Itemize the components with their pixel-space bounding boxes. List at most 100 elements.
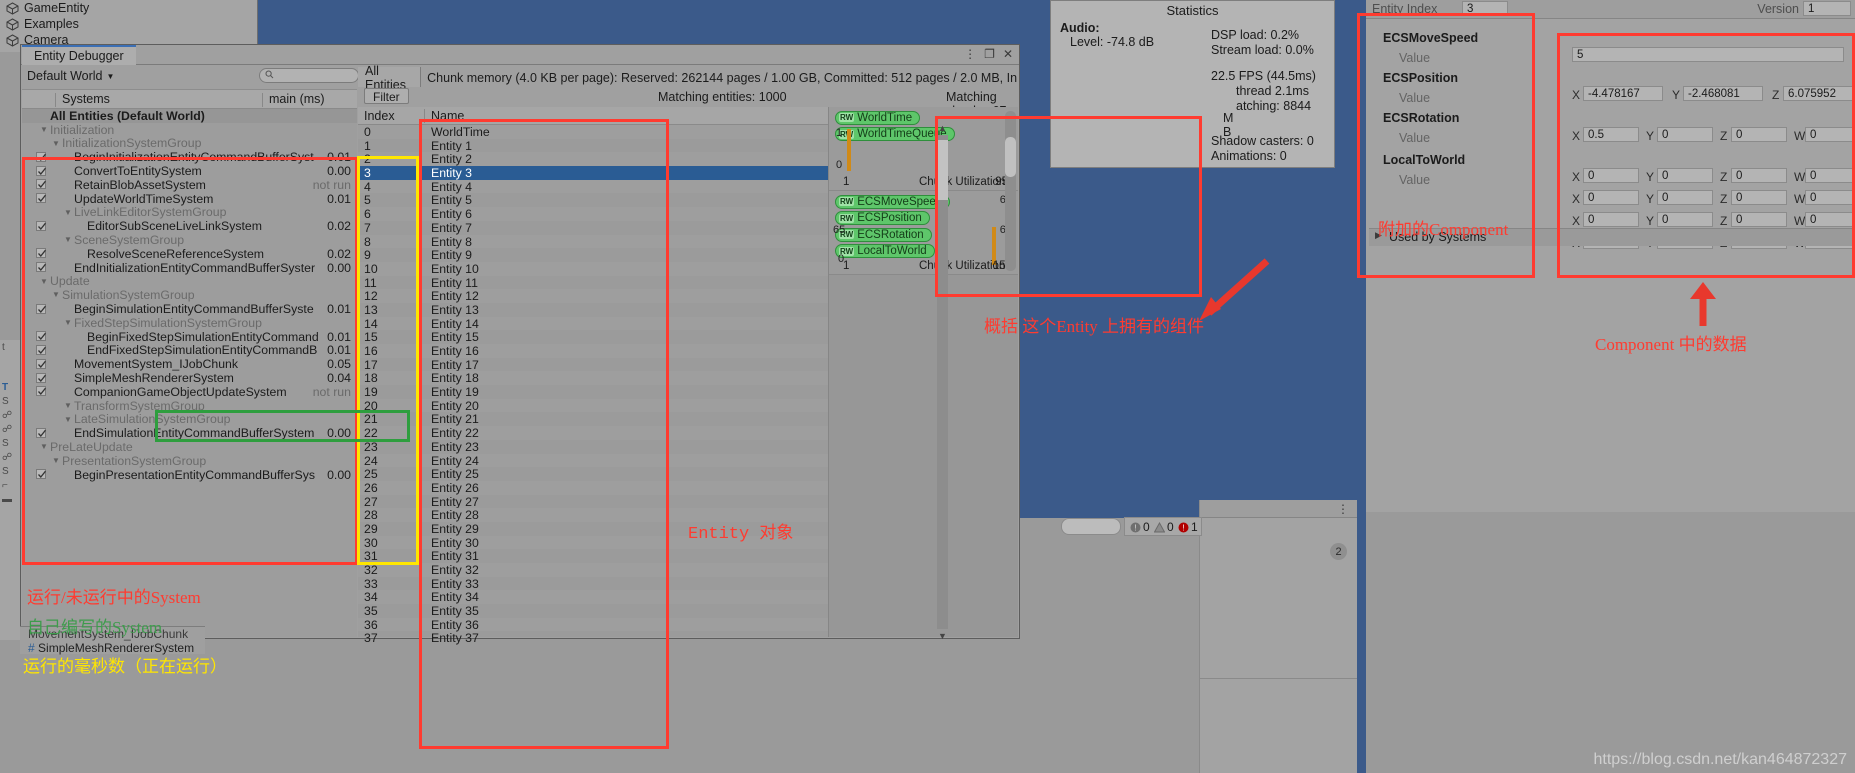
- tab-all-entities[interactable]: All Entities: [358, 64, 422, 92]
- entity-row[interactable]: 6 Entity 6: [358, 207, 828, 221]
- world-dropdown[interactable]: Default World ▼: [27, 69, 114, 83]
- entity-row[interactable]: 10 Entity 10: [358, 261, 828, 276]
- entity-row[interactable]: 12 Entity 12: [358, 289, 828, 303]
- entity-row[interactable]: 33 Entity 33: [358, 577, 828, 591]
- triangle-down-icon[interactable]: ▼: [64, 415, 72, 424]
- triangle-down-icon[interactable]: ▼: [64, 401, 72, 410]
- chunk-scrollbar-thumb[interactable]: [1005, 137, 1016, 177]
- localtoworld-value-field[interactable]: 0: [1657, 168, 1713, 183]
- entity-row[interactable]: 19 Entity 19: [358, 385, 828, 399]
- system-row[interactable]: CompanionGameObjectUpdateSystem not run: [22, 385, 357, 399]
- localtoworld-value-field[interactable]: 0: [1731, 168, 1787, 183]
- system-row[interactable]: UpdateWorldTimeSystem 0.01: [22, 192, 357, 206]
- entity-table[interactable]: Index Name 0 WorldTime 1 Entity 1 2 Entity 23…: [358, 107, 828, 645]
- entity-row[interactable]: 7 Entity 7: [358, 221, 828, 235]
- system-enabled-checkbox[interactable]: [36, 262, 47, 273]
- system-enabled-checkbox[interactable]: [36, 386, 47, 397]
- version-field[interactable]: 1: [1803, 1, 1851, 16]
- system-row[interactable]: BeginInitializationEntityCommandBufferSy…: [22, 150, 357, 164]
- tab-entity-debugger[interactable]: Entity Debugger: [22, 45, 136, 65]
- chunk-scrollbar-track[interactable]: [1005, 111, 1016, 271]
- ecsmovespeed-value-field[interactable]: 5: [1572, 47, 1844, 62]
- localtoworld-value-field[interactable]: 0: [1805, 168, 1855, 183]
- entity-row[interactable]: 17 Entity 17: [358, 358, 828, 372]
- ecsposition-y-field[interactable]: -2.468081: [1683, 86, 1763, 101]
- maximize-icon[interactable]: ❐: [984, 47, 995, 61]
- system-enabled-checkbox[interactable]: [36, 358, 47, 369]
- system-row[interactable]: ▼ Update: [22, 274, 357, 288]
- entity-row[interactable]: 4 Entity 4: [358, 179, 828, 194]
- system-row[interactable]: SimpleMeshRendererSystem 0.04: [22, 371, 357, 385]
- ecsposition-z-field[interactable]: 6.075952: [1783, 86, 1855, 101]
- entity-row[interactable]: 9 Entity 9: [358, 248, 828, 262]
- localtoworld-value-field[interactable]: 0: [1805, 190, 1855, 205]
- chunk-card-1[interactable]: RW ECSMoveSpeed RW ECSPosition RW ECSRotati…: [829, 191, 1018, 275]
- system-enabled-checkbox[interactable]: [36, 179, 47, 190]
- system-row[interactable]: ▼ SimulationSystemGroup: [22, 288, 357, 302]
- entity-row[interactable]: 1 Entity 1: [358, 139, 828, 153]
- systems-list[interactable]: All Entities (Default World) ▼ Initializat…: [22, 109, 357, 482]
- localtoworld-value-field[interactable]: 0: [1657, 212, 1713, 227]
- entity-row[interactable]: 25 Entity 25: [358, 467, 828, 481]
- entity-row[interactable]: 5 Entity 5: [358, 193, 828, 207]
- system-row[interactable]: EndSimulationEntityCommandBufferSystem 0.…: [22, 426, 357, 440]
- entity-row[interactable]: 2 Entity 2: [358, 152, 828, 166]
- system-row[interactable]: BeginPresentationEntityCommandBufferSys 0…: [22, 468, 357, 482]
- entity-row[interactable]: 32 Entity 32: [358, 563, 828, 577]
- system-row[interactable]: ConvertToEntitySystem 0.00: [22, 164, 357, 178]
- entity-row[interactable]: 26 Entity 26: [358, 480, 828, 495]
- system-enabled-checkbox[interactable]: [36, 427, 47, 438]
- entity-row[interactable]: 18 Entity 18: [358, 371, 828, 385]
- system-enabled-checkbox[interactable]: [36, 469, 47, 480]
- system-row[interactable]: EndFixedStepSimulationEntityCommandB 0.01: [22, 343, 357, 357]
- system-enabled-checkbox[interactable]: [36, 220, 47, 231]
- component-pill[interactable]: RW ECSMoveSpeed: [835, 194, 951, 209]
- localtoworld-value-field[interactable]: 0: [1731, 190, 1787, 205]
- entity-row[interactable]: 16 Entity 16: [358, 344, 828, 358]
- system-row[interactable]: ▼ Initialization: [22, 123, 357, 137]
- chunk-card-0[interactable]: RWWorldTime RWWorldTimeQueue 1 1 0 1 0 1…: [829, 107, 1018, 191]
- component-pill[interactable]: RW ECSPosition: [835, 211, 930, 225]
- triangle-down-icon[interactable]: ▼: [40, 277, 48, 286]
- entity-row[interactable]: 37 Entity 37: [358, 631, 828, 645]
- system-row[interactable]: ▼ SceneSystemGroup: [22, 233, 357, 247]
- entity-row[interactable]: 3 Entity 3: [358, 166, 828, 180]
- entity-row[interactable]: 11 Entity 11: [358, 276, 828, 290]
- kebab-icon[interactable]: ⋮: [964, 47, 976, 61]
- component-pill[interactable]: RW WorldTime: [835, 110, 921, 125]
- console-search-input[interactable]: [1061, 518, 1121, 535]
- system-row[interactable]: EditorSubSceneLiveLinkSystem 0.02: [22, 219, 357, 233]
- localtoworld-value-field[interactable]: 0: [1583, 212, 1639, 227]
- entity-row[interactable]: 35 Entity 35: [358, 604, 828, 618]
- entity-scrollbar-thumb[interactable]: [937, 140, 948, 200]
- system-row[interactable]: ▼ TransformSystemGroup: [22, 399, 357, 413]
- system-row[interactable]: ▼ LateSimulationSystemGroup: [22, 412, 357, 426]
- scroll-up-arrow-icon[interactable]: ▲: [938, 123, 947, 133]
- localtoworld-value-field[interactable]: 0: [1657, 190, 1713, 205]
- error-count[interactable]: ! 1: [1178, 520, 1198, 534]
- system-row[interactable]: EndInitializationEntityCommandBufferSyst…: [22, 261, 357, 275]
- kebab-icon[interactable]: ⋮: [1337, 502, 1349, 516]
- triangle-down-icon[interactable]: ▼: [64, 318, 72, 327]
- system-row[interactable]: ▼ PreLateUpdate: [22, 440, 357, 454]
- entity-row[interactable]: 21 Entity 21: [358, 412, 828, 426]
- localtoworld-value-field[interactable]: 0: [1583, 168, 1639, 183]
- ecsrotation-x-field[interactable]: 0.5: [1583, 127, 1639, 142]
- system-enabled-checkbox[interactable]: [36, 372, 47, 383]
- entity-row[interactable]: 27 Entity 27: [358, 495, 828, 509]
- triangle-down-icon[interactable]: ▼: [52, 290, 60, 299]
- hierarchy-item-0[interactable]: GameEntity: [0, 0, 257, 16]
- system-row[interactable]: MovementSystem_IJobChunk 0.05: [22, 357, 357, 371]
- entity-row[interactable]: 15 Entity 15: [358, 330, 828, 344]
- entity-row[interactable]: 36 Entity 36: [358, 617, 828, 632]
- localtoworld-value-field[interactable]: 0: [1583, 190, 1639, 205]
- triangle-down-icon[interactable]: ▼: [52, 456, 60, 465]
- localtoworld-value-field[interactable]: 0: [1805, 212, 1855, 227]
- triangle-down-icon[interactable]: ▼: [64, 208, 72, 217]
- entity-row[interactable]: 31 Entity 31: [358, 549, 828, 563]
- system-enabled-checkbox[interactable]: [36, 165, 47, 176]
- system-enabled-checkbox[interactable]: [36, 248, 47, 259]
- close-icon[interactable]: ✕: [1003, 47, 1013, 61]
- ecsposition-x-field[interactable]: -4.478167: [1583, 86, 1663, 101]
- component-pill[interactable]: RW LocalToWorld: [835, 244, 935, 258]
